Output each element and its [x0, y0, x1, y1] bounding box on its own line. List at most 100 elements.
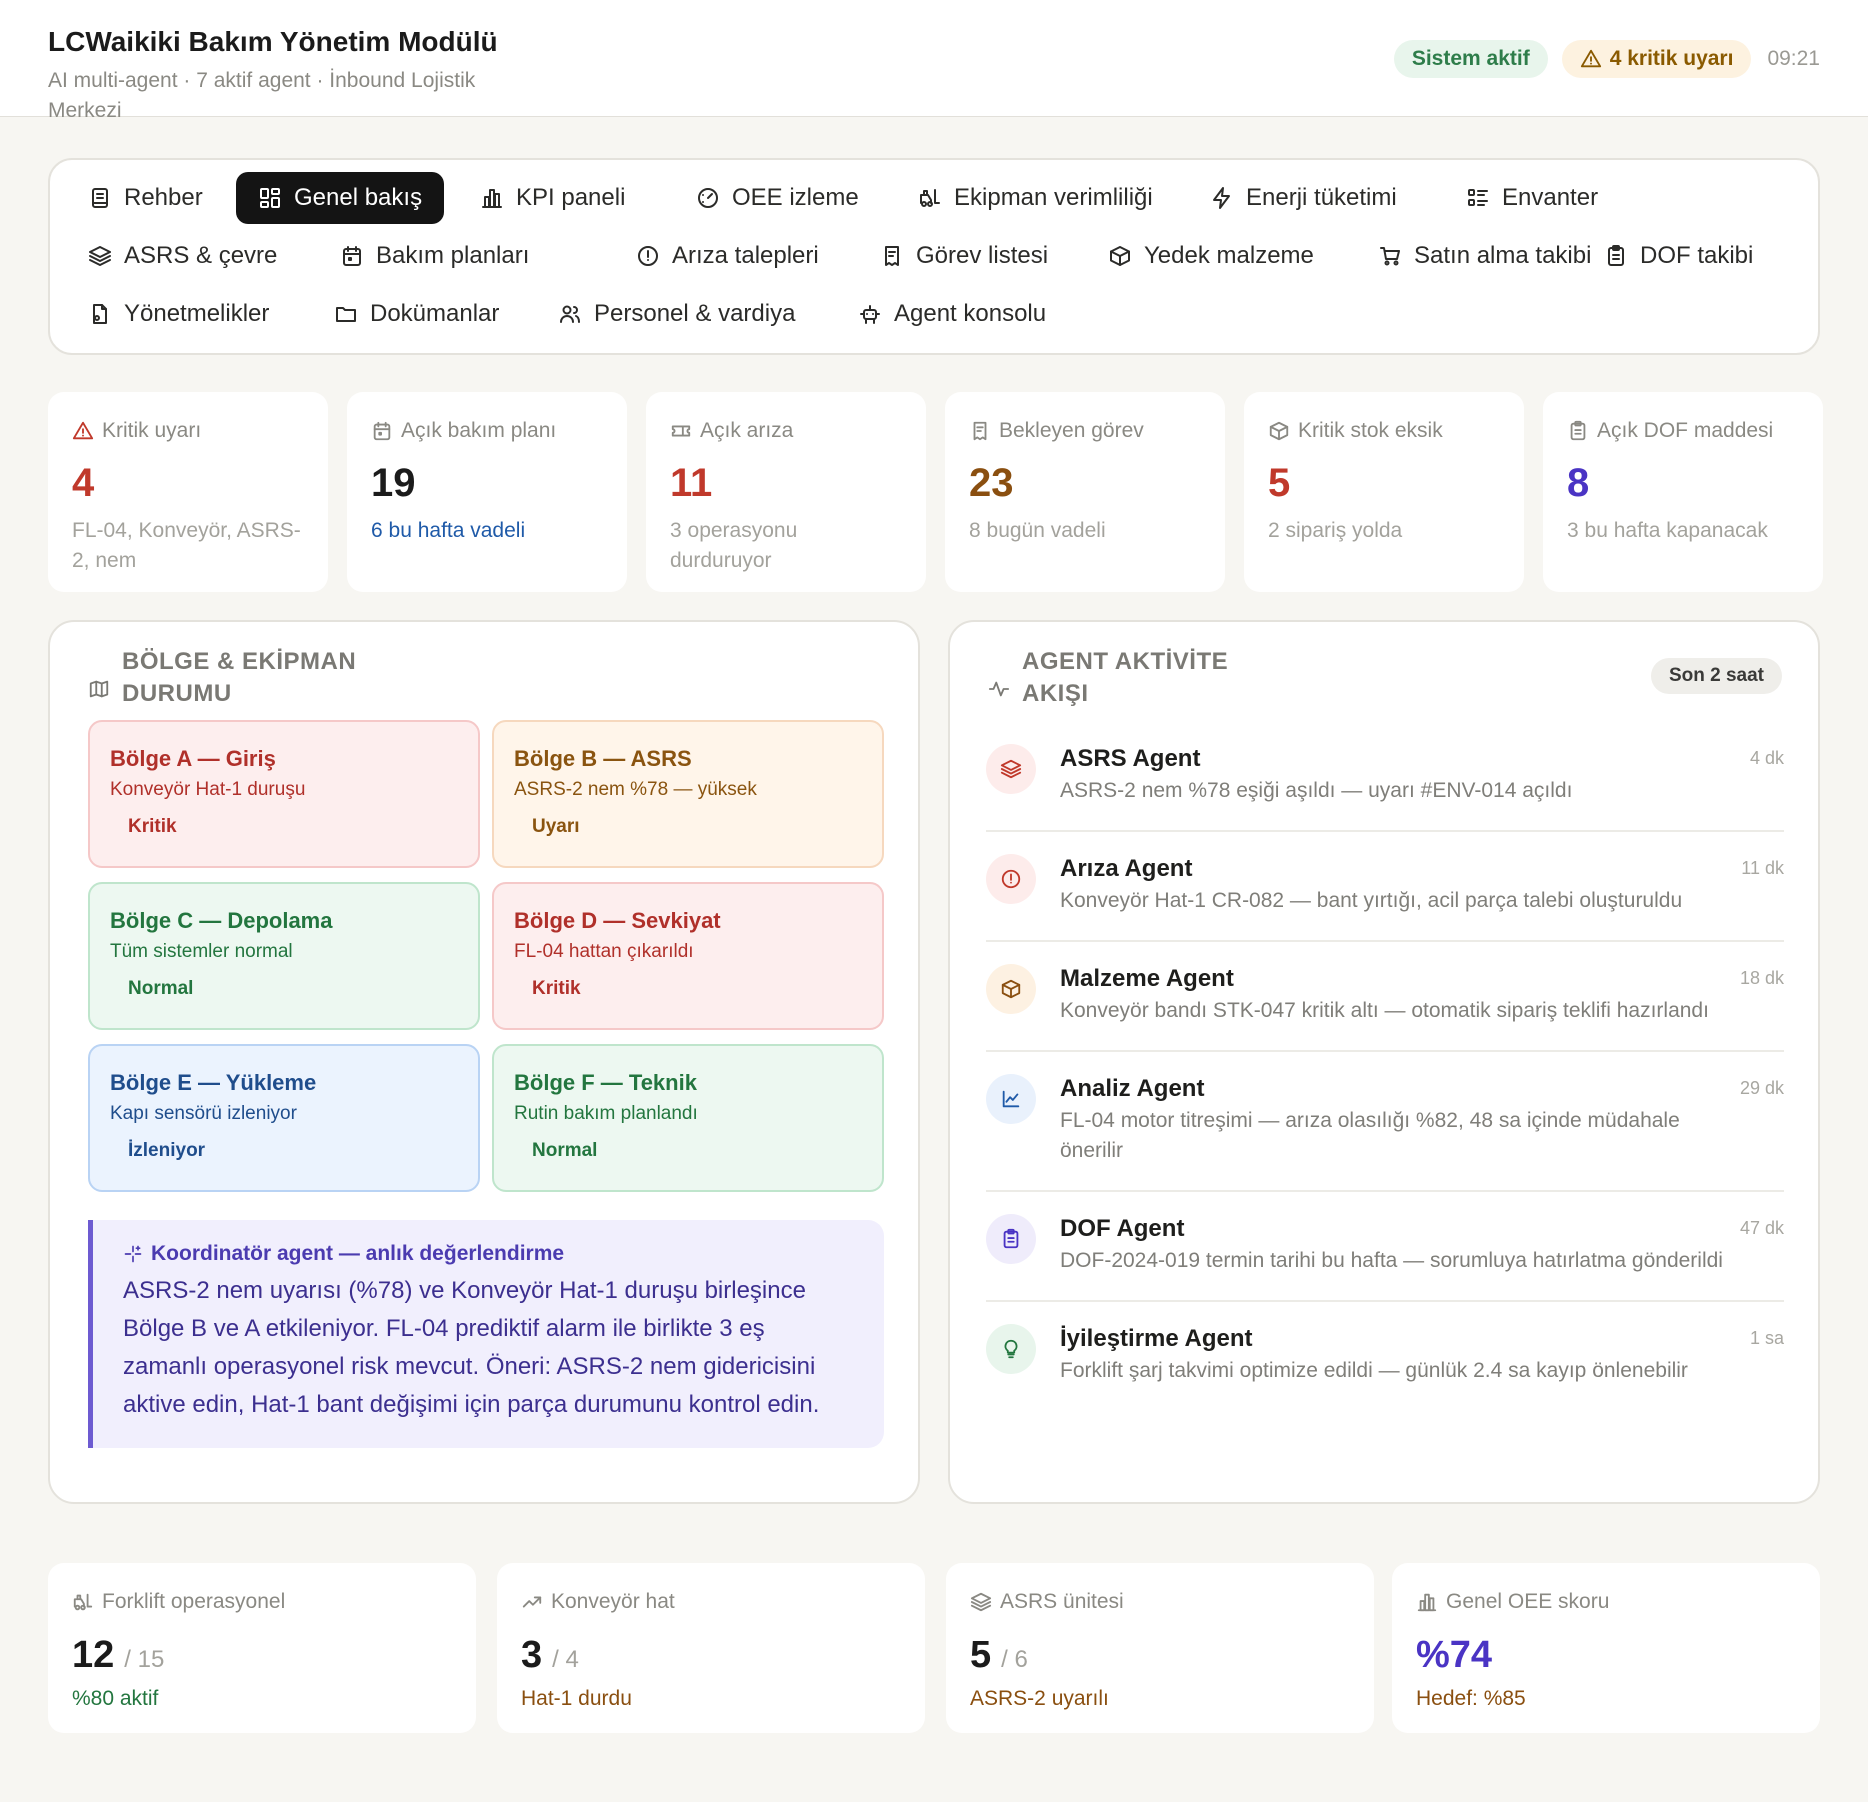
zone-desc: Rutin bakım planlandı — [514, 1103, 698, 1124]
zone-card-a[interactable]: Bölge A — Giriş Konveyör Hat-1 duruşu Kr… — [88, 720, 480, 868]
cart-icon — [1378, 244, 1402, 268]
bar-chart-icon — [480, 186, 504, 210]
book-icon — [88, 186, 112, 210]
stat-value: 3 — [521, 1634, 543, 1676]
kpi-card-bekleyen-gorev[interactable]: Bekleyen görev 23 8 bugün vadeli — [945, 392, 1225, 592]
dashboard-icon — [258, 186, 282, 210]
receipt-icon — [969, 420, 991, 442]
nav-satin-alma-takibi[interactable]: Satın alma takibi — [1356, 230, 1613, 282]
nav-label: KPI paneli — [516, 184, 626, 211]
kpi-label: Açık bakım planı — [401, 419, 557, 442]
feed-item-iyilestirme[interactable]: İyileştirme Agent Forklift şarj takvimi … — [986, 1302, 1784, 1410]
nav-ariza-talepleri[interactable]: Arıza talepleri — [614, 230, 841, 282]
nav-envanter[interactable]: Envanter — [1444, 172, 1620, 224]
nav-enerji-tuketimi[interactable]: Enerji tüketimi — [1188, 172, 1419, 224]
zone-name: Bölge B — ASRS — [514, 746, 692, 771]
ticket-icon — [670, 420, 692, 442]
nav-asrs-cevre[interactable]: ASRS & çevre — [66, 230, 299, 282]
activity-time: 4 dk — [1749, 748, 1784, 768]
nav-rehber[interactable]: Rehber — [66, 172, 225, 224]
kpi-card-kritik-uyari[interactable]: Kritik uyarı 4 FL-04, Konveyör, ASRS-2, … — [48, 392, 328, 592]
zone-desc: Kapı sensörü izleniyor — [110, 1103, 297, 1124]
stat-card-forklift[interactable]: Forklift operasyonel 12 / 15 %80 aktif — [48, 1563, 476, 1733]
zone-card-f[interactable]: Bölge F — Teknik Rutin bakım planlandı N… — [492, 1044, 884, 1192]
activity-feed: ASRS Agent ASRS-2 nem %78 eşiği aşıldı —… — [986, 722, 1784, 1410]
nav-oee-izleme[interactable]: OEE izleme — [674, 172, 881, 224]
time-range-badge[interactable]: Son 2 saat — [1650, 658, 1782, 694]
critical-alerts-badge[interactable]: 4 kritik uyarı — [1561, 40, 1752, 78]
nav-label: Görev listesi — [916, 242, 1049, 269]
nav-gorev-listesi[interactable]: Görev listesi — [858, 230, 1070, 282]
nav-label: Arıza talepleri — [672, 242, 819, 269]
bot-icon — [858, 302, 882, 326]
zone-status: İzleniyor — [128, 1140, 206, 1161]
map-icon — [88, 668, 110, 710]
feed-item-analiz[interactable]: Analiz Agent FL-04 motor titreşimi — arı… — [986, 1052, 1784, 1192]
nav-yedek-malzeme[interactable]: Yedek malzeme — [1086, 230, 1336, 282]
stat-card-asrs[interactable]: ASRS ünitesi 5 / 6 ASRS-2 uyarılı — [946, 1563, 1374, 1733]
agent-name: Malzeme Agent — [1060, 965, 1234, 992]
zone-name: Bölge E — Yükleme — [110, 1070, 317, 1095]
stat-card-konveyor[interactable]: Konveyör hat 3 / 4 Hat-1 durdu — [497, 1563, 925, 1733]
forklift-icon — [918, 186, 942, 210]
receipt-icon — [880, 244, 904, 268]
kpi-card-kritik-stok-eksik[interactable]: Kritik stok eksik 5 2 sipariş yolda — [1244, 392, 1524, 592]
zone-card-c[interactable]: Bölge C — Depolama Tüm sistemler normal … — [88, 882, 480, 1030]
package-icon — [1108, 244, 1132, 268]
nav-dokumanlar[interactable]: Dokümanlar — [312, 288, 521, 340]
users-icon — [558, 302, 582, 326]
critical-alerts-label: 4 kritik uyarı — [1609, 47, 1734, 70]
nav-agent-konsolu[interactable]: Agent konsolu — [836, 288, 1068, 340]
agent-name: Analiz Agent — [1060, 1075, 1205, 1102]
kpi-card-acik-ariza[interactable]: Açık arıza 11 3 operasyonu durduruyor — [646, 392, 926, 592]
nav-label: Genel bakış — [294, 184, 423, 211]
zone-card-e[interactable]: Bölge E — Yükleme Kapı sensörü izleniyor… — [88, 1044, 480, 1192]
stat-sub: Hedef: %85 — [1416, 1687, 1526, 1710]
kpi-card-acik-dof-maddesi[interactable]: Açık DOF maddesi 8 3 bu hafta kapanacak — [1543, 392, 1823, 592]
nav-kpi-paneli[interactable]: KPI paneli — [458, 172, 647, 224]
feed-item-malzeme[interactable]: Malzeme Agent Konveyör bandı STK-047 kri… — [986, 942, 1784, 1052]
nav-label: Yönetmelikler — [124, 300, 270, 327]
nav-dof-takibi[interactable]: DOF takibi — [1582, 230, 1775, 282]
nav-ekipman-verimliligi[interactable]: Ekipman verimliliği — [896, 172, 1175, 224]
zone-card-b[interactable]: Bölge B — ASRS ASRS-2 nem %78 — yüksek U… — [492, 720, 884, 868]
agent-name: İyileştirme Agent — [1060, 1325, 1253, 1352]
stat-card-oee[interactable]: Genel OEE skoru %74 Hedef: %85 — [1392, 1563, 1820, 1733]
chart-icon — [986, 1074, 1036, 1124]
nav-yonetmelikler[interactable]: Yönetmelikler — [66, 288, 291, 340]
nav-genel-bakis[interactable]: Genel bakış — [236, 172, 445, 224]
kpi-label: Kritik uyarı — [102, 419, 202, 442]
alert-circle-icon — [986, 854, 1036, 904]
feed-item-dof[interactable]: DOF Agent DOF-2024-019 termin tarihi bu … — [986, 1192, 1784, 1302]
feed-item-asrs[interactable]: ASRS Agent ASRS-2 nem %78 eşiği aşıldı —… — [986, 722, 1784, 832]
nav-bakim-planlari[interactable]: Bakım planları — [318, 230, 551, 282]
stat-label: Konveyör hat — [551, 1590, 675, 1613]
coordinator-assessment: Koordinatör agent — anlık değerlendirme … — [88, 1220, 884, 1448]
layers-icon — [88, 244, 112, 268]
feed-item-ariza[interactable]: Arıza Agent Konveyör Hat-1 CR-082 — bant… — [986, 832, 1784, 942]
zone-status: Normal — [532, 1140, 598, 1161]
stat-sub: %80 aktif — [72, 1687, 159, 1710]
kpi-value: 11 — [670, 461, 713, 505]
kpi-value: 4 — [72, 461, 95, 505]
kpi-value: 23 — [969, 461, 1014, 505]
activity-time: 47 dk — [1739, 1218, 1784, 1238]
layers-icon — [970, 1591, 992, 1613]
activity-time: 1 sa — [1749, 1328, 1784, 1348]
agent-name: DOF Agent — [1060, 1215, 1185, 1242]
nav-label: Dokümanlar — [370, 300, 500, 327]
zone-card-d[interactable]: Bölge D — Sevkiyat FL-04 hattan çıkarıld… — [492, 882, 884, 1030]
zone-name: Bölge F — Teknik — [514, 1070, 697, 1095]
nav-personel-vardiya[interactable]: Personel & vardiya — [536, 288, 817, 340]
kpi-value: 5 — [1268, 461, 1291, 505]
coordinator-title: Koordinatör agent — anlık değerlendirme — [151, 1242, 565, 1265]
agent-activity-panel: AGENT AKTİVİTE AKIŞI Son 2 saat ASRS Age… — [948, 620, 1820, 1504]
zone-panel-title: BÖLGE & EKİPMAN DURUMU — [88, 646, 362, 710]
activity-panel-title-text: AGENT AKTİVİTE AKIŞI — [1022, 648, 1229, 707]
kpi-card-acik-bakim-plani[interactable]: Açık bakım planı 19 6 bu hafta vadeli — [347, 392, 627, 592]
kpi-value: 19 — [371, 461, 416, 505]
zone-desc: FL-04 hattan çıkarıldı — [514, 941, 694, 962]
clipboard-icon — [1604, 244, 1628, 268]
coordinator-text: ASRS-2 nem uyarısı (%78) ve Konveyör Hat… — [123, 1277, 820, 1418]
activity-time: 29 dk — [1739, 1078, 1784, 1098]
